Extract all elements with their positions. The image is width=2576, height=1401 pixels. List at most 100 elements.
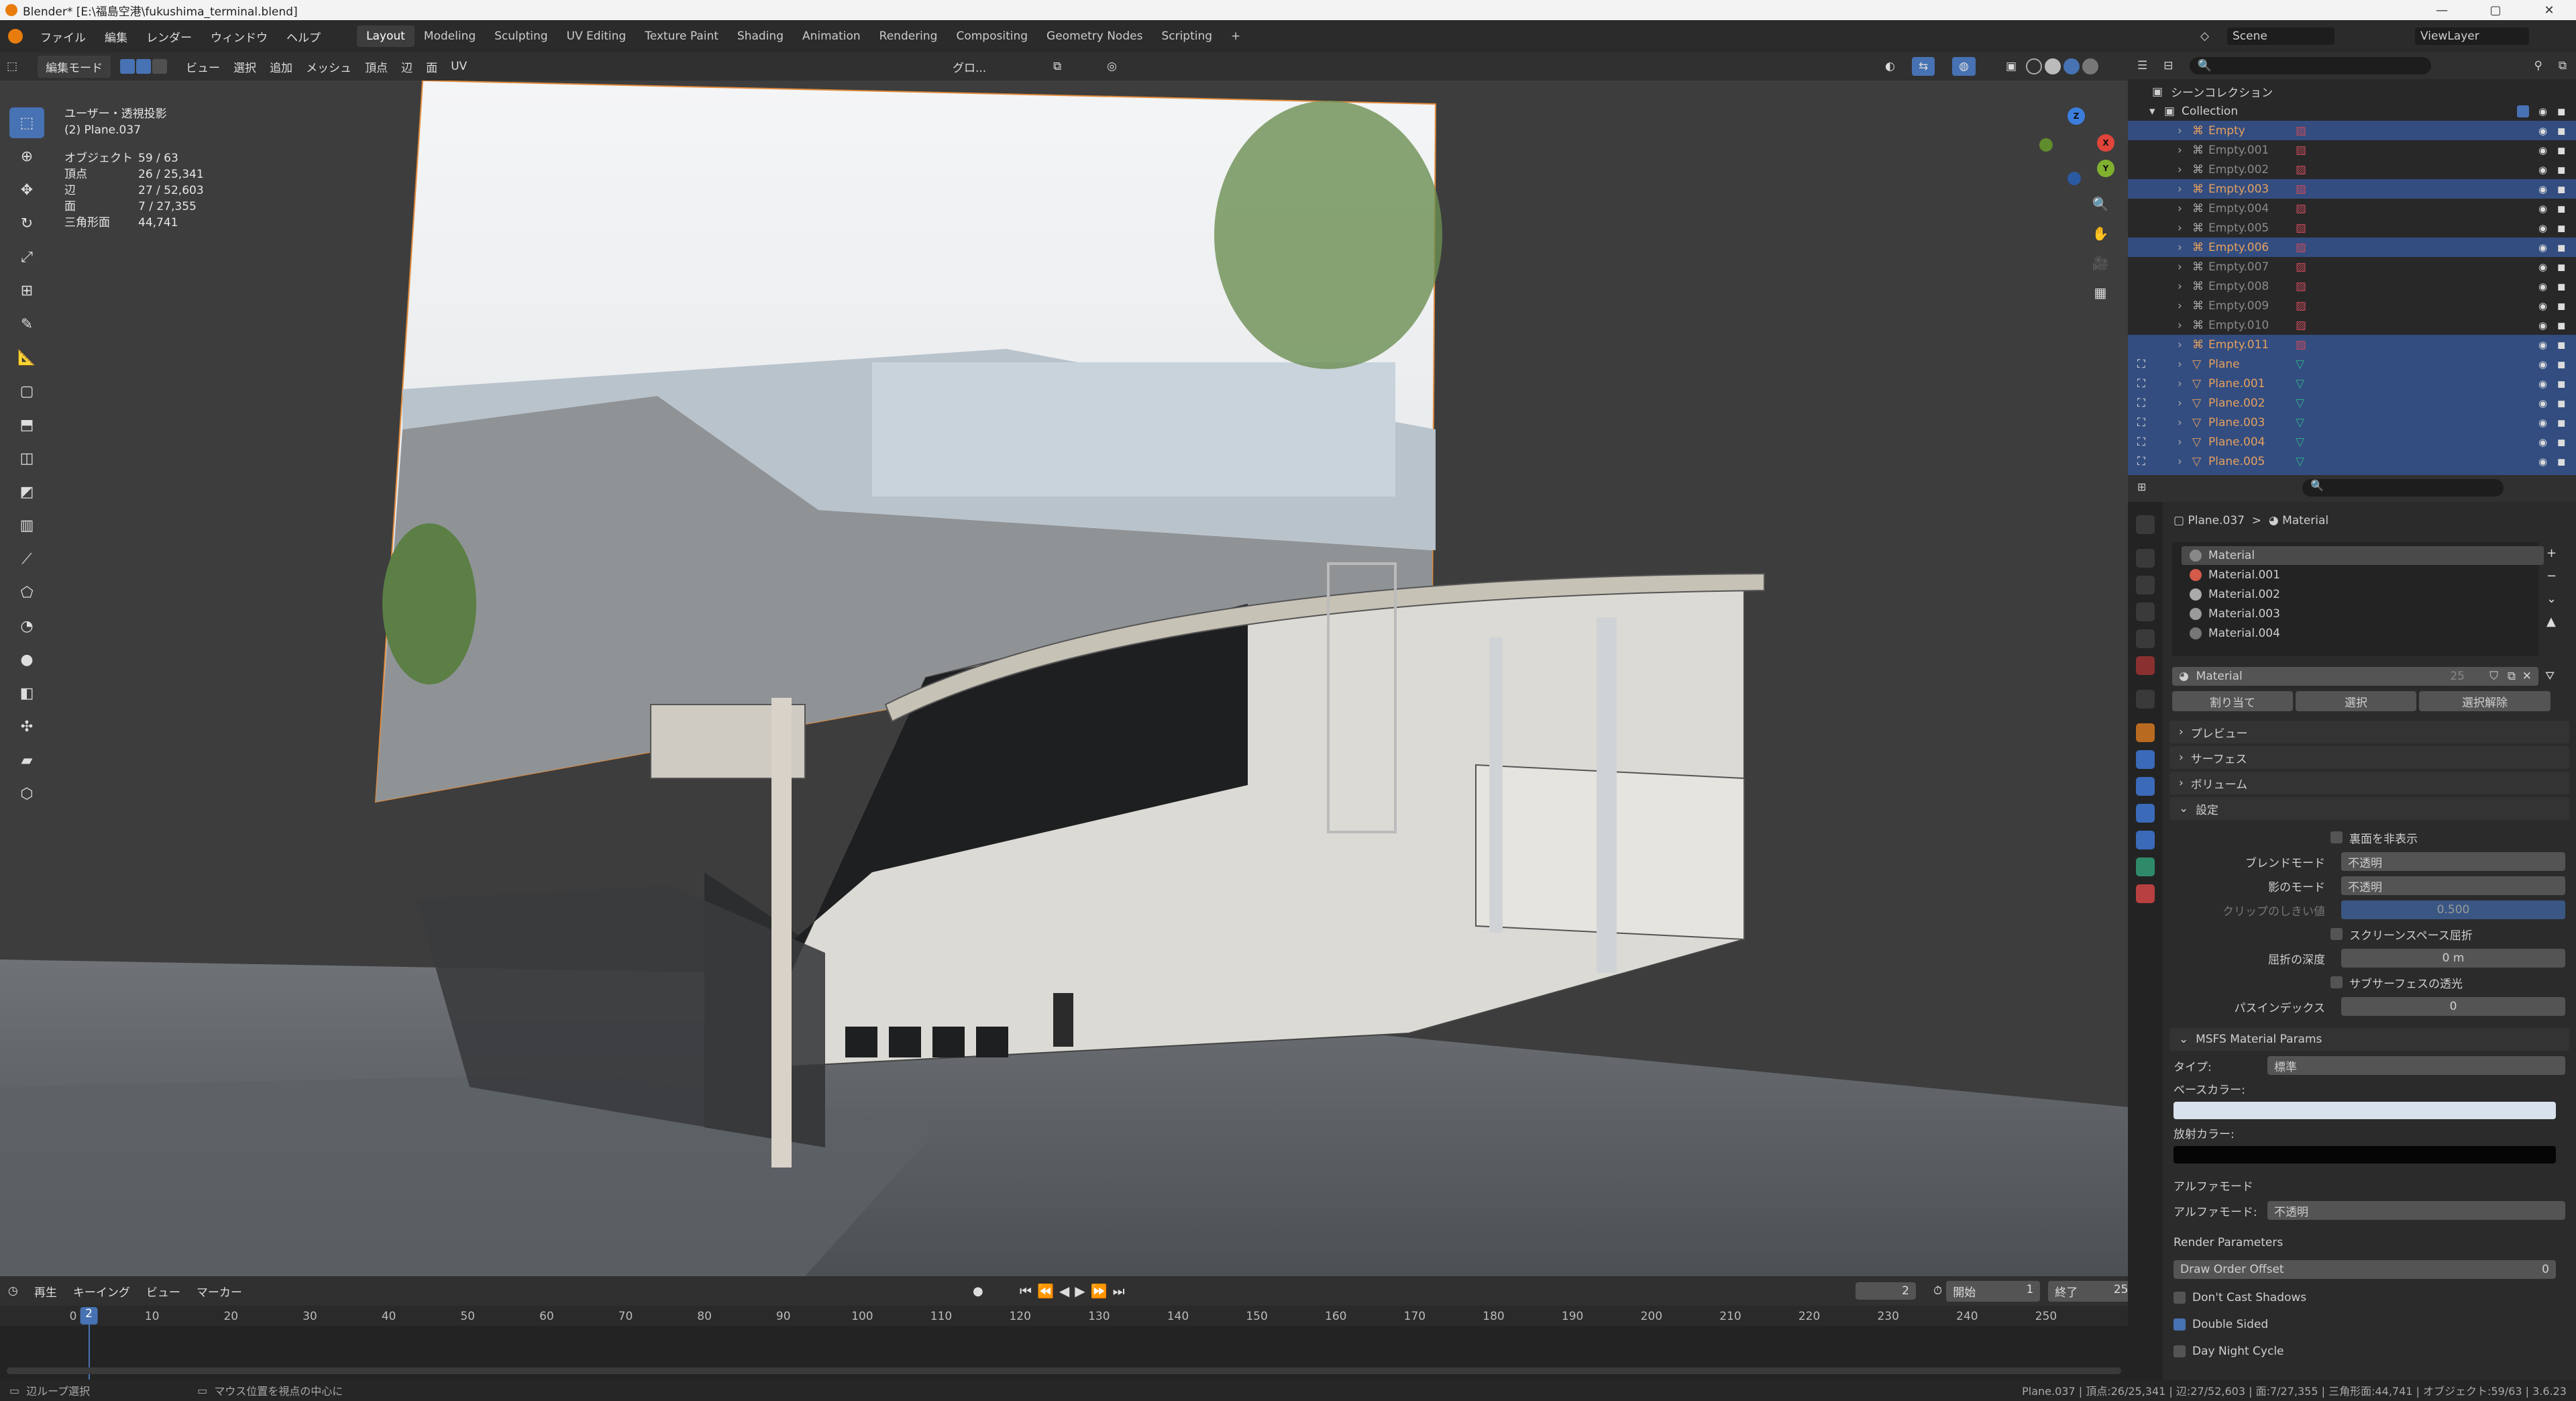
tab-compositing[interactable]: Compositing — [947, 25, 1037, 47]
physics-tab-icon[interactable] — [2136, 804, 2155, 823]
camera-render-icon[interactable]: ◼ — [2557, 222, 2565, 234]
expand-arrow-icon[interactable]: › — [2178, 358, 2182, 371]
menu-window[interactable]: ウィンドウ — [201, 28, 277, 45]
scene-icon[interactable]: ◇ — [2200, 30, 2209, 43]
properties-editor-icon[interactable]: ⊞ — [2137, 480, 2146, 493]
expand-arrow-icon[interactable]: › — [2178, 280, 2182, 293]
material-slot-item[interactable]: Material.004 — [2182, 624, 2544, 643]
material-browse-icon[interactable]: ◕ — [2179, 670, 2189, 683]
outliner-item[interactable]: › ⌘ Empty.003 ▨ ◉ ◼ — [2128, 179, 2576, 199]
particles-tab-icon[interactable] — [2136, 777, 2155, 796]
rotate-tool-icon[interactable]: ↻ — [9, 208, 44, 239]
edge-slide-tool-icon[interactable]: ◧ — [9, 678, 44, 709]
camera-render-icon[interactable]: ◼ — [2557, 300, 2565, 312]
eye-icon[interactable]: ◉ — [2538, 183, 2547, 195]
bevel-tool-icon[interactable]: ◩ — [9, 476, 44, 507]
camera-render-icon[interactable]: ◼ — [2557, 242, 2565, 254]
minimize-button[interactable]: — — [2415, 0, 2469, 20]
shear-tool-icon[interactable]: ▰ — [9, 745, 44, 776]
world-tab-icon[interactable] — [2136, 656, 2155, 675]
transform-tool-icon[interactable]: ⊞ — [9, 275, 44, 306]
material-tab-icon[interactable] — [2136, 884, 2155, 903]
shrink-fatten-tool-icon[interactable]: ✣ — [9, 711, 44, 742]
outliner-item[interactable]: ⛶ › ▽ Plane ▽ ◉ ◼ — [2128, 354, 2576, 374]
eye-icon[interactable]: ◉ — [2538, 300, 2547, 312]
edit-mode-icon[interactable]: ⛶ — [2137, 455, 2145, 468]
outliner-item[interactable]: ⛶ › ▽ Plane.003 ▽ ◉ ◼ — [2128, 413, 2576, 432]
eye-icon[interactable]: ◉ — [2538, 456, 2547, 468]
outliner-item-name[interactable]: Empty.011 — [2208, 338, 2269, 352]
expand-arrow-icon[interactable]: › — [2178, 183, 2182, 196]
menu-add[interactable]: 追加 — [263, 56, 299, 78]
gizmo-neg-z[interactable] — [2068, 172, 2081, 185]
outliner-item[interactable]: ⛶ › ▽ Plane.004 ▽ ◉ ◼ — [2128, 432, 2576, 452]
eye-icon[interactable]: ◉ — [2538, 144, 2547, 156]
collection-checkbox[interactable] — [2517, 105, 2529, 117]
editor-type-icon[interactable]: ⬚ — [0, 57, 24, 76]
tab-animation[interactable]: Animation — [793, 25, 870, 47]
select-button[interactable]: 選択 — [2296, 691, 2416, 711]
viewlayer-selector[interactable]: ViewLayer — [2415, 28, 2529, 45]
rip-region-tool-icon[interactable]: ⬡ — [9, 778, 44, 809]
constraints-tab-icon[interactable] — [2136, 831, 2155, 849]
material-slot-item[interactable]: Material — [2182, 546, 2544, 565]
backface-culling-checkbox[interactable]: 裏面を非表示 — [2330, 827, 2565, 848]
outliner-item[interactable]: › ⌘ Empty.007 ▨ ◉ ◼ — [2128, 257, 2576, 276]
slot-menu-button[interactable]: ⌄ — [2546, 588, 2557, 611]
face-select-icon[interactable] — [152, 59, 168, 74]
tab-uv-editing[interactable]: UV Editing — [557, 25, 636, 47]
knife-tool-icon[interactable]: ⟋ — [9, 543, 44, 574]
filter-icon[interactable]: ⚲ — [2534, 59, 2542, 72]
material-slot-item[interactable]: Material.002 — [2182, 585, 2544, 604]
blender-menu-icon[interactable] — [8, 29, 23, 44]
frame-ruler[interactable]: 0 10 20 30 40 50 60 70 80 90 100 110 120 130 140 150 160… — [0, 1306, 2128, 1326]
outliner-item[interactable]: › ⌘ Empty.006 ▨ ◉ ◼ — [2128, 238, 2576, 257]
view-layer-tab-icon[interactable] — [2136, 603, 2155, 621]
material-name-field[interactable]: ◕ Material 25 ⛉ ⧉ ✕ — [2172, 667, 2538, 686]
wireframe-shading-icon[interactable] — [2026, 58, 2042, 74]
menu-mesh[interactable]: メッシュ — [299, 56, 358, 78]
outliner-item-name[interactable]: Empty.009 — [2208, 299, 2269, 313]
eye-icon[interactable]: ◉ — [2538, 417, 2547, 429]
alpha-mode-select[interactable]: 不透明 — [2267, 1201, 2565, 1220]
camera-render-icon[interactable]: ◼ — [2557, 456, 2565, 468]
outliner-item-name[interactable]: Empty — [2208, 124, 2245, 138]
xray-icon[interactable]: ▣ — [1999, 57, 2023, 76]
data-tab-icon[interactable] — [2136, 858, 2155, 876]
outliner-item[interactable]: ⛶ › ▽ Plane.005 ▽ ◉ ◼ — [2128, 452, 2576, 471]
deselect-button[interactable]: 選択解除 — [2419, 691, 2551, 711]
loop-cut-tool-icon[interactable]: ▥ — [9, 510, 44, 541]
expand-arrow-icon[interactable]: › — [2178, 377, 2182, 391]
expand-arrow-icon[interactable]: › — [2178, 163, 2182, 176]
playback-controls[interactable]: ⏮⏪◀▶⏩⏭ — [1020, 1283, 1130, 1299]
menu-view[interactable]: ビュー — [179, 56, 227, 78]
panel-surface[interactable]: › サーフェス — [2169, 746, 2569, 769]
panel-settings[interactable]: ⌄ 設定 — [2169, 797, 2569, 820]
outliner-item-name[interactable]: Plane.005 — [2208, 455, 2265, 468]
camera-render-icon[interactable]: ◼ — [2557, 183, 2565, 195]
tab-shading[interactable]: Shading — [728, 25, 793, 47]
camera-render-icon[interactable]: ◼ — [2557, 397, 2565, 409]
timeline-menu-view[interactable]: ビュー — [138, 1283, 189, 1300]
proportional-edit-icon[interactable]: ◎ — [1100, 57, 1124, 76]
panel-preview[interactable]: › プレビュー — [2169, 721, 2569, 743]
expand-arrow-icon[interactable]: › — [2178, 338, 2182, 352]
perspective-toggle-icon[interactable]: ▦ — [2090, 282, 2111, 303]
material-slot-item[interactable]: Material.001 — [2182, 566, 2544, 584]
outliner-search-input[interactable]: 🔍 — [2189, 57, 2431, 74]
eye-icon[interactable]: ◉ — [2538, 358, 2547, 370]
menu-face[interactable]: 面 — [419, 56, 444, 78]
eye-icon[interactable]: ◉ — [2538, 203, 2547, 215]
eye-icon[interactable]: ◉ — [2538, 319, 2547, 331]
tab-rendering[interactable]: Rendering — [870, 25, 947, 47]
camera-render-icon[interactable]: ◼ — [2557, 105, 2565, 117]
expand-arrow-icon[interactable]: › — [2178, 202, 2182, 215]
clip-threshold-slider[interactable]: 0.500 — [2341, 900, 2565, 919]
gizmo-y-axis[interactable]: Y — [2097, 160, 2114, 177]
add-workspace-icon[interactable]: + — [1222, 25, 1250, 47]
timeline-area[interactable]: 0 10 20 30 40 50 60 70 80 90 100 110 120 130 140 150 160… — [0, 1306, 2128, 1380]
current-frame-field[interactable]: 2 — [1856, 1282, 1916, 1300]
material-filter-icon[interactable]: ⛛ — [2545, 670, 2555, 683]
outliner-item-name[interactable]: Plane.003 — [2208, 416, 2265, 429]
menu-render[interactable]: レンダー — [137, 28, 201, 45]
